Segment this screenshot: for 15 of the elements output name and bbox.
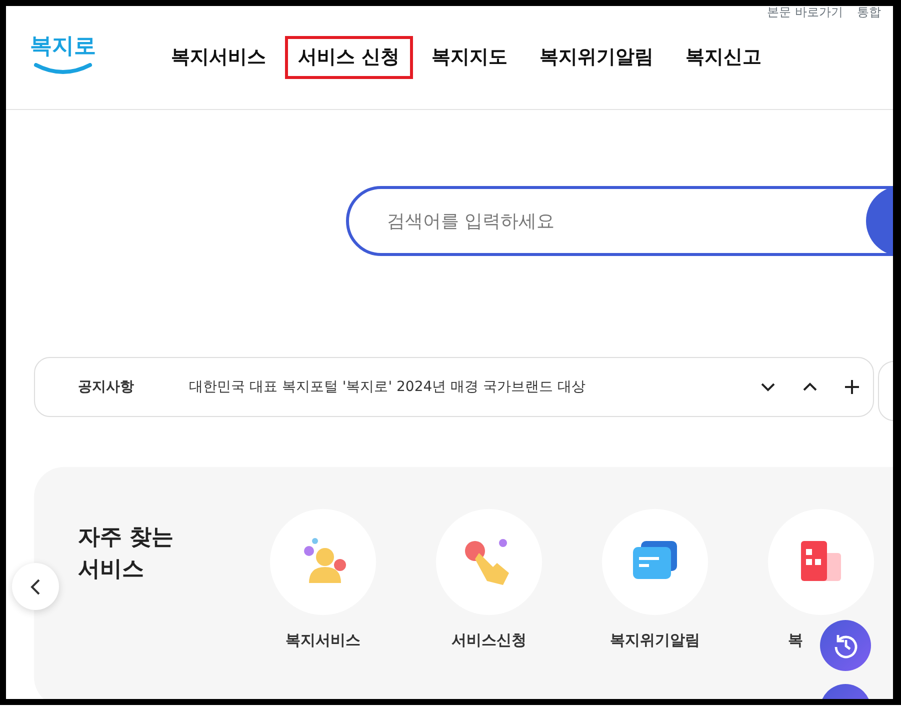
nav-tab[interactable]: 서비스 신청 (285, 36, 413, 79)
notice-label: 공지사항 (78, 378, 135, 396)
service-item[interactable]: 복지위기알림 (602, 509, 708, 699)
search-field[interactable]: 검색어를 입력하세요 (346, 186, 893, 256)
notice-link[interactable]: 대한민국 대표 복지포털 '복지로' 2024년 매경 국가브랜드 대상 (189, 376, 747, 398)
header-link[interactable]: 통합 (857, 6, 881, 21)
services-title: 자주 찾는 서비스 (78, 524, 175, 584)
header-link[interactable]: 본문 바로가기 (767, 6, 843, 21)
service-item[interactable]: 복지서비스 (270, 509, 376, 699)
nav-tab[interactable]: 복지서비스 (158, 36, 279, 79)
nav-tab[interactable]: 복지신고 (672, 36, 775, 79)
nav-tab[interactable]: 복지지도 (418, 36, 521, 79)
service-item[interactable]: 복 (768, 509, 874, 699)
service-item[interactable]: 서비스신청 (436, 509, 542, 699)
nav-tab[interactable]: 복지위기알림 (526, 36, 667, 79)
